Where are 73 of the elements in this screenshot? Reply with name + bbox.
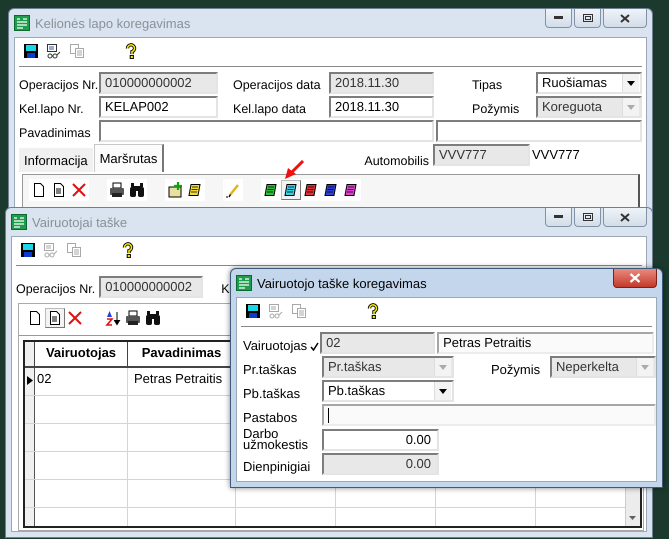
input-field[interactable]: KELAP002 <box>99 96 218 118</box>
window-title: Vairuotojai taške <box>32 214 128 230</box>
pencil-icon <box>225 182 241 198</box>
vehicle-name: VVV777 <box>532 147 580 162</box>
field-label: Operacijos Nr. <box>19 76 99 92</box>
dropdown[interactable]: Ruošiamas <box>536 72 642 94</box>
delete-icon <box>67 310 83 326</box>
minimize-icon <box>554 16 563 20</box>
document-icon <box>51 182 67 198</box>
row-header <box>25 452 35 479</box>
input-field[interactable]: 2018.11.30 <box>329 96 434 118</box>
close-button[interactable] <box>613 269 657 288</box>
toolbar-button[interactable] <box>143 308 163 328</box>
restore-icon <box>582 14 592 22</box>
row-header <box>25 424 35 451</box>
field-label: Kel.lapo Nr. <box>19 100 85 116</box>
field-label: Vairuotojas <box>243 338 308 354</box>
text-cursor <box>328 408 329 424</box>
field-label: Operacijos data <box>232 76 322 92</box>
field-label: Pr.taškas <box>243 362 298 378</box>
binoculars-icon <box>145 310 161 326</box>
scroll-down-icon <box>628 515 637 521</box>
field-label: Požymis <box>491 362 542 378</box>
field-label: Tipas <box>471 76 504 92</box>
table-cell: 02 <box>35 368 128 395</box>
add-icon <box>167 182 183 198</box>
input-field[interactable] <box>322 404 656 426</box>
window-title: Vairuotojo taške koregavimas <box>257 276 427 290</box>
input-field[interactable] <box>436 120 642 142</box>
dropdown[interactable]: Pb.taškas <box>322 380 454 402</box>
field-label: K <box>221 280 230 296</box>
window-title: Kelionės lapo koregavimas <box>35 16 190 30</box>
close-icon <box>629 273 641 283</box>
toolbar-button[interactable] <box>107 180 127 200</box>
toolbar-button[interactable] <box>123 308 143 328</box>
field-label: Darbo užmokestis <box>243 428 310 451</box>
toolbar-button[interactable] <box>45 308 65 328</box>
restore-icon <box>582 213 592 221</box>
input-field[interactable] <box>99 120 434 142</box>
field-label: Pastabos <box>243 410 298 426</box>
tab[interactable]: Informacija <box>19 148 94 172</box>
field-label: Pb.taškas <box>243 386 302 402</box>
field-label: Dienpinigiai <box>243 459 312 475</box>
sort-icon <box>105 310 121 326</box>
column-header[interactable]: Vairuotojas <box>35 342 128 366</box>
input-field[interactable]: Petras Petraitis <box>437 332 654 354</box>
close-button[interactable] <box>603 9 647 28</box>
input-field[interactable]: VVV777 <box>433 144 530 166</box>
binoculars-icon <box>129 182 145 198</box>
pointer-arrow <box>284 160 304 180</box>
delete-icon <box>71 182 87 198</box>
input-field[interactable]: 0.00 <box>322 429 439 451</box>
field-label: Požymis <box>471 100 520 116</box>
close-button[interactable] <box>603 208 647 227</box>
tab[interactable]: Maršrutas <box>94 144 164 172</box>
maximize-button[interactable] <box>574 9 601 28</box>
close-icon <box>620 14 630 22</box>
minimize-button[interactable] <box>545 208 572 227</box>
field-label: Automobilis <box>364 153 429 168</box>
app-icon <box>14 15 30 31</box>
maximize-button[interactable] <box>574 208 601 227</box>
field-label: Operacijos Nr. <box>16 280 96 296</box>
document-icon <box>47 310 63 326</box>
field-label: Kel.lapo data <box>232 100 307 116</box>
field-label: Pavadinimas <box>19 124 92 140</box>
app-icon <box>236 275 252 291</box>
minimize-icon <box>554 215 563 219</box>
close-icon <box>620 212 630 222</box>
toolbar-button[interactable] <box>127 180 147 200</box>
minimize-button[interactable] <box>545 9 572 28</box>
printer-icon <box>125 310 141 326</box>
app-icon <box>11 214 27 230</box>
input-field[interactable]: 02 <box>320 332 436 354</box>
